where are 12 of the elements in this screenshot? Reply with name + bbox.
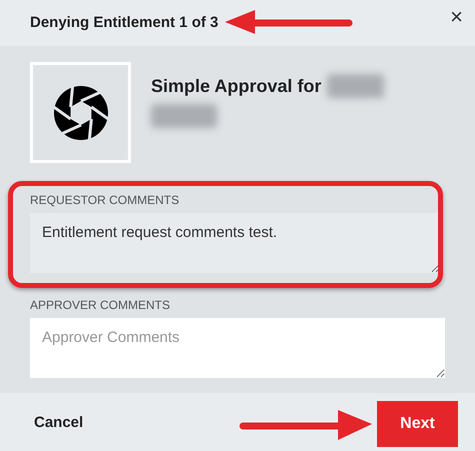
redacted-text [151, 104, 217, 128]
field-label: APPROVER COMMENTS [30, 298, 172, 312]
comments-field[interactable]: Approver Comments [30, 318, 445, 378]
close-button[interactable]: × [450, 6, 463, 28]
next-button[interactable]: Next [377, 401, 458, 447]
field-label: REQUESTOR COMMENTS [30, 193, 180, 207]
aperture-icon [52, 84, 108, 140]
cancel-button[interactable]: Cancel [34, 410, 84, 434]
dialog-title: Denying Entitlement 1 of 3 [30, 14, 218, 30]
comments-field[interactable]: Entitlement request comments test. [30, 213, 440, 273]
redacted-text [327, 74, 384, 98]
item-name: Simple Approval for [151, 76, 322, 96]
